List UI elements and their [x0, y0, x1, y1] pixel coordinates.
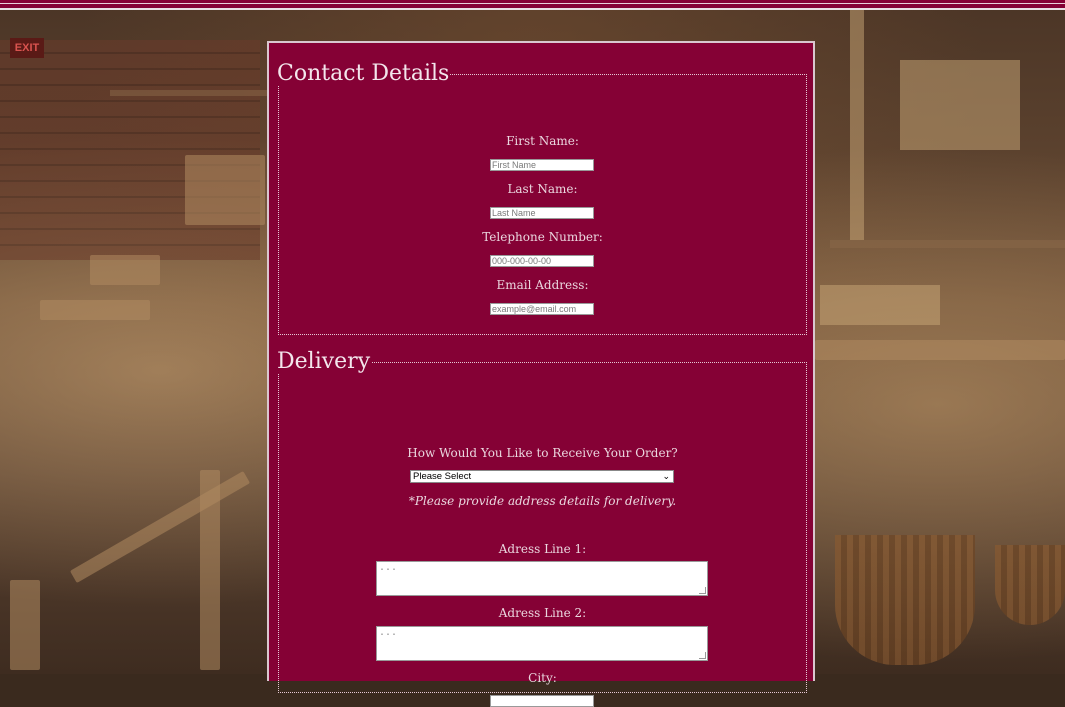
- address-line-1-label: Adress Line 1:: [498, 542, 587, 556]
- delivery-fieldset: Delivery How Would You Like to Receive Y…: [277, 349, 807, 707]
- tool-wall: [900, 60, 1020, 150]
- delivery-legend: Delivery: [277, 349, 371, 374]
- city-input[interactable]: [490, 695, 594, 707]
- chair-leg: [10, 580, 40, 670]
- timber-post: [850, 10, 864, 240]
- delivery-note: *Please provide address details for deli…: [408, 494, 677, 508]
- first-name-label: First Name:: [506, 134, 579, 148]
- last-name-input[interactable]: Last Name: [490, 207, 594, 219]
- telephone-label: Telephone Number:: [482, 230, 603, 244]
- address-line-1-textarea[interactable]: ...: [376, 561, 708, 596]
- brick-wall: [0, 40, 260, 260]
- city-label: City:: [528, 671, 557, 685]
- workbench: [40, 300, 150, 320]
- chair-part: [69, 470, 251, 584]
- email-label: Email Address:: [496, 278, 589, 292]
- workbench: [815, 340, 1065, 360]
- top-bar: [0, 0, 1065, 10]
- contact-details-legend: Contact Details: [277, 61, 450, 86]
- chevron-down-icon: ⌄: [662, 471, 670, 481]
- basket: [995, 545, 1065, 625]
- delivery-method-question: How Would You Like to Receive Your Order…: [407, 446, 678, 460]
- email-input[interactable]: example@email.com: [490, 303, 594, 315]
- order-form-panel: Contact Details First Name: First Name L…: [267, 41, 815, 707]
- shelf: [110, 90, 270, 96]
- last-name-label: Last Name:: [507, 182, 578, 196]
- tool-rack: [830, 240, 1065, 248]
- chair-leg: [200, 470, 220, 670]
- contact-details-fieldset: Contact Details First Name: First Name L…: [277, 61, 807, 335]
- telephone-input[interactable]: 000-000-00-00: [490, 255, 594, 267]
- delivery-method-select[interactable]: Please Select ⌄: [410, 470, 674, 483]
- wood-box: [90, 255, 160, 285]
- address-line-2-textarea[interactable]: ...: [376, 626, 708, 661]
- first-name-input[interactable]: First Name: [490, 159, 594, 171]
- basket: [835, 535, 975, 665]
- exit-sign: EXIT: [10, 38, 44, 58]
- wood-box: [820, 285, 940, 325]
- delivery-method-selected: Please Select: [413, 471, 472, 482]
- carved-panel: [185, 155, 265, 225]
- address-line-2-label: Adress Line 2:: [498, 606, 587, 620]
